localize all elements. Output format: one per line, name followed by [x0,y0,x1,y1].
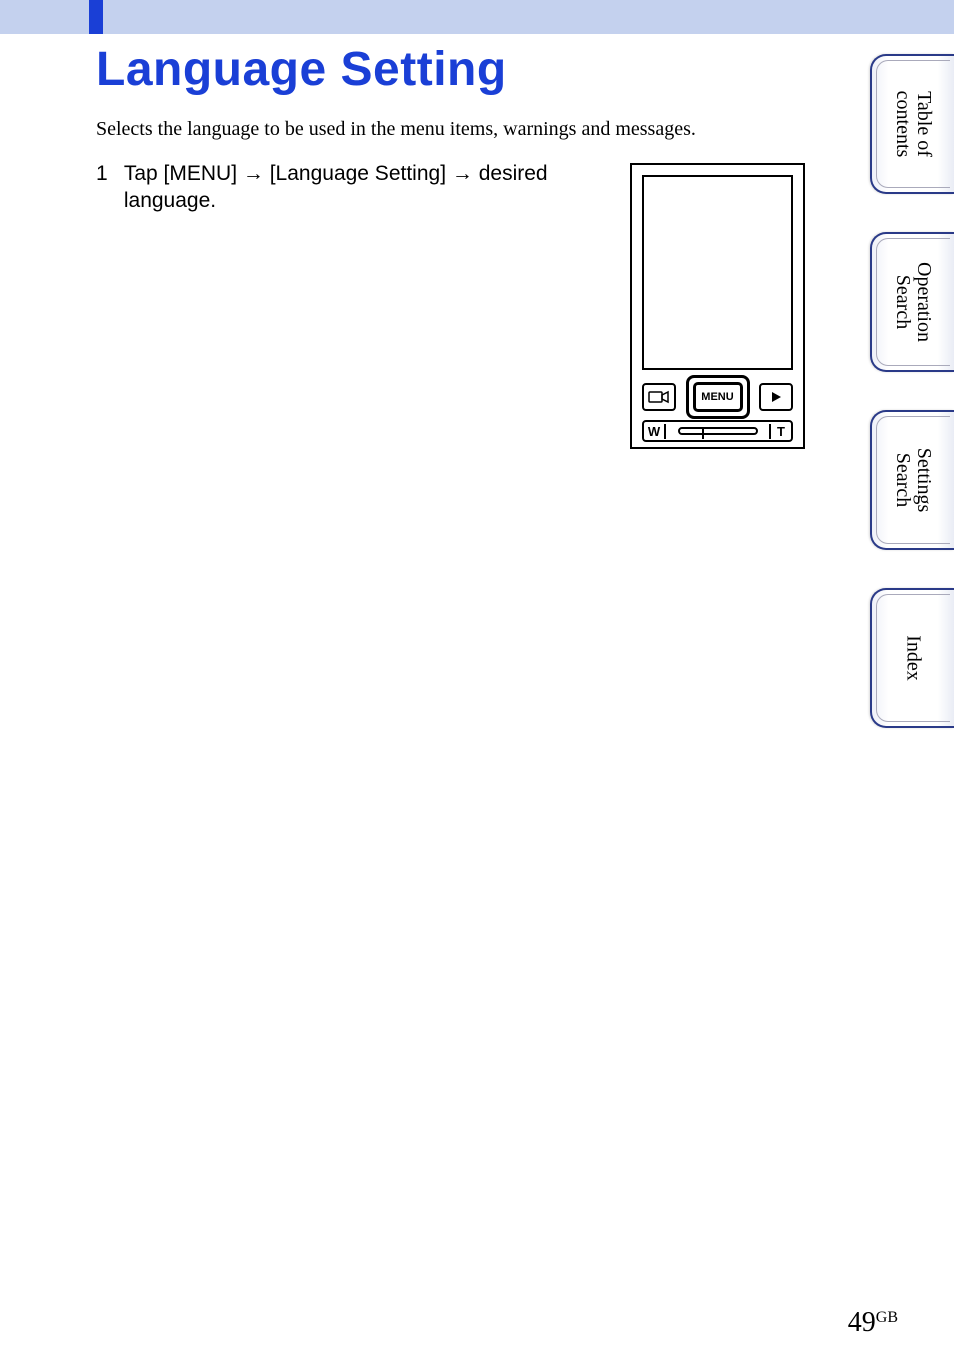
tab-label: Table of contents [892,91,934,158]
tab-line2: Search [892,453,914,507]
tab-operation-search[interactable]: Operation Search [870,232,954,372]
arrow-icon: → [243,162,264,185]
zoom-wide-label: W [644,424,666,439]
page-number: 49GB [848,1307,898,1339]
device-screen [642,175,793,370]
tab-index[interactable]: Index [870,588,954,728]
device-button-row: MENU [642,382,793,412]
tab-label: Settings Search [892,448,934,512]
camera-icon [648,388,670,406]
play-icon [769,390,783,404]
tab-settings-search[interactable]: Settings Search [870,410,954,550]
page-region: GB [876,1309,898,1326]
zoom-bar: W T [642,420,793,442]
header-band [0,0,954,34]
device-illustration: MENU W T [630,163,805,449]
zoom-track [666,427,769,435]
arrow-icon: → [452,162,473,185]
step-text-2: [Language Setting] [264,162,452,185]
tab-line1: Operation [913,262,935,342]
tab-line2: contents [892,91,914,158]
tab-line1: Settings [913,448,935,512]
camera-off-button [642,383,676,411]
page-number-value: 49 [848,1307,876,1338]
side-tabs: Table of contents Operation Search Setti… [844,54,954,766]
intro-text: Selects the language to be used in the m… [96,118,696,141]
menu-button: MENU [693,382,743,412]
step-list: 1 Tap [MENU] → [Language Setting] → desi… [96,160,626,215]
step-text-1: Tap [MENU] [124,162,243,185]
tab-label: Operation Search [892,262,934,342]
play-button [759,383,793,411]
zoom-slider-icon [678,427,758,435]
header-accent [89,0,103,34]
page-title: Language Setting [96,42,507,97]
tab-line1: Index [903,635,925,681]
tab-table-of-contents[interactable]: Table of contents [870,54,954,194]
step-text: Tap [MENU] → [Language Setting] → desire… [124,160,624,215]
tab-line2: Search [892,275,914,329]
zoom-tele-label: T [769,424,791,439]
document-page: Language Setting Selects the language to… [0,0,954,1369]
tab-line1: Table of [913,91,935,157]
menu-button-wrap: MENU [693,382,743,412]
tab-label: Index [903,635,924,681]
step-number: 1 [96,160,118,187]
